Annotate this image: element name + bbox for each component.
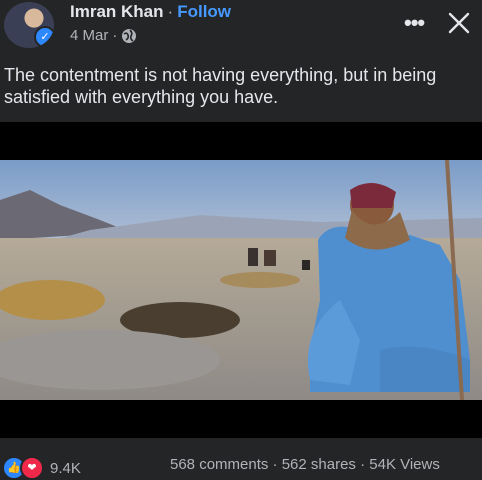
close-icon[interactable] bbox=[448, 12, 470, 34]
post-video[interactable] bbox=[0, 122, 482, 438]
name-separator: · bbox=[167, 2, 174, 21]
love-icon: ❤ bbox=[20, 456, 44, 480]
post-header: ✓ Imran Khan · Follow 4 Mar · ••• bbox=[0, 0, 482, 58]
more-options-icon[interactable]: ••• bbox=[404, 10, 425, 36]
globe-icon bbox=[122, 28, 137, 43]
post-meta: 4 Mar · bbox=[70, 27, 137, 44]
follow-button[interactable]: Follow bbox=[177, 2, 231, 21]
author-row: Imran Khan · Follow bbox=[70, 2, 231, 22]
meta-separator: · bbox=[112, 27, 118, 44]
reaction-count: 9.4K bbox=[50, 459, 81, 477]
post-caption: The contentment is not having everything… bbox=[4, 65, 437, 107]
post-footer: 👍 ❤ 9.4K 568 comments · 562 shares · 54K… bbox=[0, 438, 482, 480]
author-avatar[interactable]: ✓ bbox=[4, 2, 54, 48]
video-frame-image bbox=[0, 160, 482, 400]
verified-badge-icon: ✓ bbox=[34, 26, 54, 48]
engagement-stats[interactable]: 568 comments · 562 shares · 54K Views bbox=[170, 456, 440, 473]
post-date[interactable]: 4 Mar bbox=[70, 27, 108, 44]
author-name[interactable]: Imran Khan bbox=[70, 2, 164, 21]
reactions-summary[interactable]: 👍 ❤ 9.4K bbox=[2, 456, 81, 480]
